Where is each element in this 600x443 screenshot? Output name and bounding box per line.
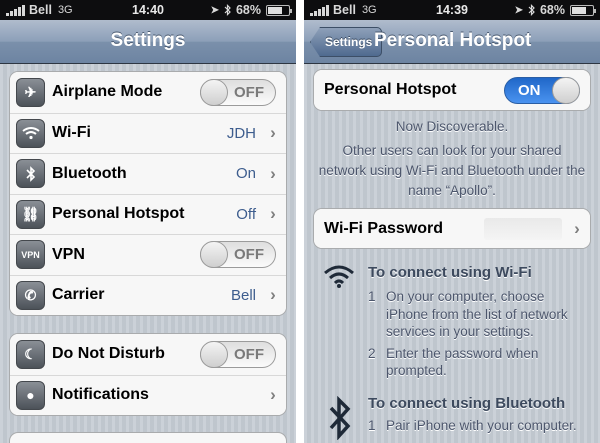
wifi-password-row[interactable]: Wi-Fi Password › <box>314 209 590 248</box>
settings-group-connectivity: ✈ Airplane Mode OFF Wi-Fi JDH › Bluetooth On › ⛓ P… <box>9 71 287 316</box>
toggle-label: ON <box>518 81 541 99</box>
row-label: VPN <box>52 245 85 263</box>
step-text: Enter the password when prompted. <box>386 345 538 380</box>
toggle-label: OFF <box>234 345 264 363</box>
nav-bar: Settings <box>0 20 296 64</box>
settings-group-notifications: ☾ Do Not Disturb OFF ● Notifications › <box>9 333 287 416</box>
row-label: Wi-Fi <box>52 124 91 142</box>
page-title: Personal Hotspot <box>374 30 532 51</box>
discoverable-description: network using Wi-Fi and Bluetooth under … <box>318 163 586 178</box>
phone-icon: ✆ <box>16 280 45 310</box>
bluetooth-status-icon <box>224 4 231 16</box>
toggle-label: OFF <box>234 246 264 264</box>
settings-row-bluetooth[interactable]: Bluetooth On › <box>10 153 286 194</box>
battery-icon <box>266 4 292 16</box>
toggle-switch[interactable]: OFF <box>200 340 276 368</box>
wifi-icon <box>16 118 45 148</box>
screen-divider <box>296 0 304 443</box>
discoverable-notice: Now Discoverable. Other users can look fo… <box>313 117 591 201</box>
personal-hotspot-screen: Bell 3G 14:39 ➤ 68% Settings Personal Ho… <box>304 0 600 443</box>
step-text: Pair iPhone with your computer. <box>386 417 577 435</box>
bluetooth-section-title: To connect using Bluetooth <box>368 395 566 412</box>
discoverable-description: name “Apollo”. <box>408 183 496 198</box>
location-icon: ➤ <box>514 4 523 16</box>
chevron-right-icon: › <box>270 285 276 305</box>
step-line: iPhone from the list of network <box>386 306 568 322</box>
password-group: Wi-Fi Password › <box>313 208 591 249</box>
chevron-right-icon: › <box>270 204 276 224</box>
hotspot-toggle-group: Personal Hotspot ON <box>313 69 591 111</box>
discoverable-status: Now Discoverable. <box>395 119 509 134</box>
row-label: Do Not Disturb <box>52 345 165 363</box>
toggle-knob <box>200 340 228 368</box>
page-title: Settings <box>110 30 186 51</box>
vpn-icon: VPN <box>16 240 45 270</box>
toggle-switch[interactable]: OFF <box>200 78 276 106</box>
instruction-step: 2 Enter the password when prompted. <box>368 345 593 380</box>
hotspot-label: Personal Hotspot <box>324 81 457 98</box>
row-value: Off <box>236 205 256 223</box>
wifi-password-value <box>484 217 562 240</box>
row-value: JDH <box>226 124 256 142</box>
bluetooth-icon <box>329 396 351 440</box>
row-value: Bell <box>230 286 256 304</box>
row-label: Personal Hotspot <box>52 205 185 223</box>
settings-group-partial <box>9 432 287 443</box>
toggle-label: OFF <box>234 83 264 101</box>
wifi-icon <box>324 265 354 288</box>
moon-icon: ☾ <box>16 339 45 369</box>
step-text: On your computer, choose iPhone from the … <box>386 288 568 341</box>
nav-bar: Settings Personal Hotspot <box>304 20 600 64</box>
row-label: Carrier <box>52 286 105 304</box>
chevron-right-icon: › <box>270 123 276 143</box>
settings-row-carrier[interactable]: ✆ Carrier Bell › <box>10 274 286 315</box>
instruction-step: 1 On your computer, choose iPhone from the… <box>368 288 593 341</box>
settings-screen: Bell 3G 14:40 ➤ 68% Settings ✈ Airplane M… <box>0 0 296 443</box>
toggle-switch[interactable]: OFF <box>200 241 276 269</box>
step-line: services in your settings. <box>386 324 534 339</box>
row-label: Bluetooth <box>52 164 127 182</box>
battery-icon <box>570 4 596 16</box>
instruction-step: 1 Pair iPhone with your computer. <box>368 417 593 435</box>
notifications-icon: ● <box>16 380 45 410</box>
step-line: On your computer, choose <box>386 289 545 304</box>
battery-percent: 68% <box>539 3 565 17</box>
settings-row-wi-fi[interactable]: Wi-Fi JDH › <box>10 112 286 153</box>
step-number: 1 <box>368 418 376 433</box>
step-line: Enter the password when <box>386 345 539 361</box>
back-button-settings[interactable]: Settings <box>310 27 383 57</box>
link-icon: ⛓ <box>16 199 45 229</box>
status-bar: Bell 3G 14:39 ➤ 68% <box>304 0 600 20</box>
battery-percent: 68% <box>235 3 261 17</box>
chevron-right-icon: › <box>270 163 276 183</box>
bluetooth-status-icon <box>528 4 535 16</box>
location-icon: ➤ <box>210 4 219 16</box>
discoverable-description: Other users can look for your shared <box>342 143 562 158</box>
step-number: 1 <box>368 289 376 304</box>
toggle-knob <box>200 78 228 106</box>
chevron-right-icon: › <box>574 218 580 238</box>
chevron-right-icon: › <box>270 385 276 405</box>
step-line: prompted. <box>386 363 447 378</box>
settings-row-personal-hotspot[interactable]: ⛓ Personal Hotspot Off › <box>10 193 286 234</box>
step-line: Pair iPhone with your computer. <box>386 418 577 433</box>
toggle-knob <box>552 76 580 104</box>
settings-row-vpn[interactable]: VPN VPN OFF <box>10 234 286 275</box>
settings-row-do-not-disturb[interactable]: ☾ Do Not Disturb OFF <box>10 334 286 375</box>
step-number: 2 <box>368 345 376 361</box>
settings-row-airplane-mode[interactable]: ✈ Airplane Mode OFF <box>10 72 286 113</box>
wifi-password-label: Wi-Fi Password <box>324 219 443 237</box>
row-value: On <box>235 165 256 183</box>
airplane-icon: ✈ <box>16 77 45 107</box>
wifi-section-title: To connect using Wi-Fi <box>368 264 532 281</box>
bluetooth-icon <box>16 159 45 189</box>
hotspot-toggle[interactable]: ON <box>504 76 580 104</box>
settings-row-notifications[interactable]: ● Notifications › <box>10 374 286 415</box>
status-bar: Bell 3G 14:40 ➤ 68% <box>0 0 296 20</box>
row-label: Airplane Mode <box>52 83 163 101</box>
row-label: Notifications <box>52 386 149 404</box>
toggle-knob <box>200 241 228 269</box>
